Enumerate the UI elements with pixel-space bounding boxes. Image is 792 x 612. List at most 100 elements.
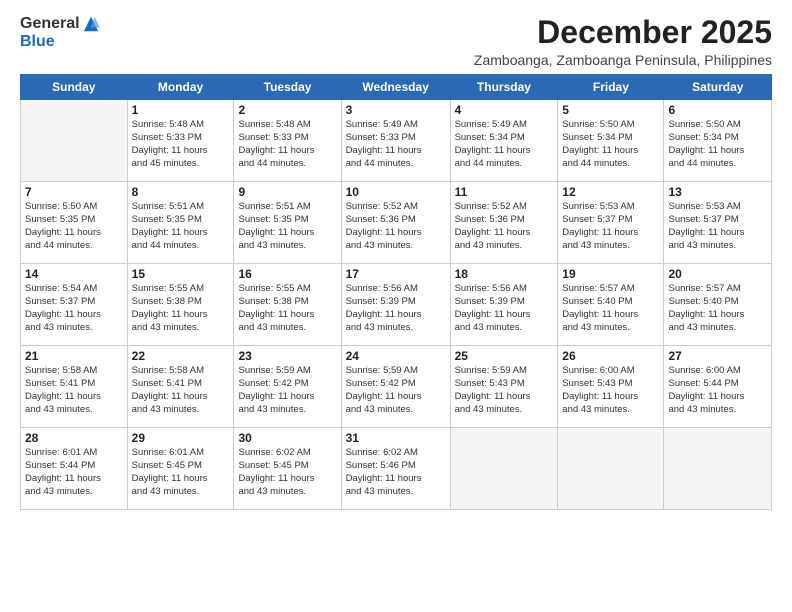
col-thursday: Thursday <box>450 75 558 100</box>
day-info: Sunrise: 5:52 AM Sunset: 5:36 PM Dayligh… <box>455 201 554 252</box>
day-number: 11 <box>455 185 554 199</box>
day-number: 25 <box>455 349 554 363</box>
table-row: 3 Sunrise: 5:49 AM Sunset: 5:33 PM Daylig… <box>341 100 450 182</box>
table-row: 8Sunrise: 5:51 AM Sunset: 5:35 PM Daylig… <box>127 182 234 264</box>
day-number: 12 <box>562 185 659 199</box>
calendar-week-row: 28Sunrise: 6:01 AM Sunset: 5:44 PM Dayli… <box>21 428 772 510</box>
table-row: 13Sunrise: 5:53 AM Sunset: 5:37 PM Dayli… <box>664 182 772 264</box>
table-row: 27 Sunrise: 6:00 AM Sunset: 5:44 PM Dayli… <box>664 346 772 428</box>
col-sunday: Sunday <box>21 75 128 100</box>
table-row: 23 Sunrise: 5:59 AM Sunset: 5:42 PM Dayli… <box>234 346 341 428</box>
day-info: Sunrise: 5:50 AM Sunset: 5:34 PM Dayligh… <box>562 119 659 170</box>
table-row <box>21 100 128 182</box>
day-info: Sunrise: 5:59 AM Sunset: 5:43 PM Dayligh… <box>455 365 554 416</box>
day-info: Sunrise: 5:50 AM Sunset: 5:35 PM Dayligh… <box>25 201 123 252</box>
calendar-week-row: 7 Sunrise: 5:50 AM Sunset: 5:35 PM Daylig… <box>21 182 772 264</box>
day-number: 9 <box>238 185 336 199</box>
day-info: Sunrise: 5:56 AM Sunset: 5:39 PM Dayligh… <box>455 283 554 334</box>
table-row: 17Sunrise: 5:56 AM Sunset: 5:39 PM Dayli… <box>341 264 450 346</box>
table-row <box>664 428 772 510</box>
day-info: Sunrise: 5:57 AM Sunset: 5:40 PM Dayligh… <box>668 283 767 334</box>
day-info: Sunrise: 5:48 AM Sunset: 5:33 PM Dayligh… <box>132 119 230 170</box>
calendar-week-row: 14 Sunrise: 5:54 AM Sunset: 5:37 PM Dayli… <box>21 264 772 346</box>
location-subtitle: Zamboanga, Zamboanga Peninsula, Philippi… <box>474 52 772 68</box>
day-info: Sunrise: 5:48 AM Sunset: 5:33 PM Dayligh… <box>238 119 336 170</box>
day-number: 13 <box>668 185 767 199</box>
day-info: Sunrise: 5:51 AM Sunset: 5:35 PM Dayligh… <box>238 201 336 252</box>
calendar-header-row: Sunday Monday Tuesday Wednesday Thursday… <box>21 75 772 100</box>
day-info: Sunrise: 5:59 AM Sunset: 5:42 PM Dayligh… <box>346 365 446 416</box>
table-row: 14 Sunrise: 5:54 AM Sunset: 5:37 PM Dayli… <box>21 264 128 346</box>
table-row: 11 Sunrise: 5:52 AM Sunset: 5:36 PM Dayli… <box>450 182 558 264</box>
day-info: Sunrise: 5:54 AM Sunset: 5:37 PM Dayligh… <box>25 283 123 334</box>
table-row: 4Sunrise: 5:49 AM Sunset: 5:34 PM Daylig… <box>450 100 558 182</box>
table-row: 30 Sunrise: 6:02 AM Sunset: 5:45 PM Dayli… <box>234 428 341 510</box>
day-number: 26 <box>562 349 659 363</box>
day-info: Sunrise: 5:57 AM Sunset: 5:40 PM Dayligh… <box>562 283 659 334</box>
day-number: 16 <box>238 267 336 281</box>
table-row: 18Sunrise: 5:56 AM Sunset: 5:39 PM Dayli… <box>450 264 558 346</box>
day-info: Sunrise: 6:00 AM Sunset: 5:44 PM Dayligh… <box>668 365 767 416</box>
logo-icon <box>82 15 100 33</box>
table-row: 29 Sunrise: 6:01 AM Sunset: 5:45 PM Dayli… <box>127 428 234 510</box>
col-monday: Monday <box>127 75 234 100</box>
day-info: Sunrise: 6:02 AM Sunset: 5:45 PM Dayligh… <box>238 447 336 498</box>
table-row: 12 Sunrise: 5:53 AM Sunset: 5:37 PM Dayli… <box>558 182 664 264</box>
day-info: Sunrise: 5:51 AM Sunset: 5:35 PM Dayligh… <box>132 201 230 252</box>
calendar-table: Sunday Monday Tuesday Wednesday Thursday… <box>20 74 772 510</box>
day-info: Sunrise: 5:58 AM Sunset: 5:41 PM Dayligh… <box>132 365 230 416</box>
table-row: 19 Sunrise: 5:57 AM Sunset: 5:40 PM Dayli… <box>558 264 664 346</box>
table-row: 28Sunrise: 6:01 AM Sunset: 5:44 PM Dayli… <box>21 428 128 510</box>
table-row: 25 Sunrise: 5:59 AM Sunset: 5:43 PM Dayli… <box>450 346 558 428</box>
table-row: 2 Sunrise: 5:48 AM Sunset: 5:33 PM Daylig… <box>234 100 341 182</box>
table-row: 21Sunrise: 5:58 AM Sunset: 5:41 PM Dayli… <box>21 346 128 428</box>
day-number: 30 <box>238 431 336 445</box>
table-row: 5 Sunrise: 5:50 AM Sunset: 5:34 PM Daylig… <box>558 100 664 182</box>
day-info: Sunrise: 5:55 AM Sunset: 5:38 PM Dayligh… <box>132 283 230 334</box>
table-row: 20 Sunrise: 5:57 AM Sunset: 5:40 PM Dayli… <box>664 264 772 346</box>
table-row: 10 Sunrise: 5:52 AM Sunset: 5:36 PM Dayli… <box>341 182 450 264</box>
day-info: Sunrise: 5:49 AM Sunset: 5:33 PM Dayligh… <box>346 119 446 170</box>
day-info: Sunrise: 6:00 AM Sunset: 5:43 PM Dayligh… <box>562 365 659 416</box>
day-number: 22 <box>132 349 230 363</box>
table-row <box>450 428 558 510</box>
day-number: 21 <box>25 349 123 363</box>
day-info: Sunrise: 5:55 AM Sunset: 5:38 PM Dayligh… <box>238 283 336 334</box>
day-number: 23 <box>238 349 336 363</box>
header: General Blue December 2025 Zamboanga, Za… <box>20 15 772 68</box>
logo: General Blue <box>20 15 100 51</box>
day-info: Sunrise: 5:59 AM Sunset: 5:42 PM Dayligh… <box>238 365 336 416</box>
table-row: 26 Sunrise: 6:00 AM Sunset: 5:43 PM Dayli… <box>558 346 664 428</box>
calendar-week-row: 1 Sunrise: 5:48 AM Sunset: 5:33 PM Daylig… <box>21 100 772 182</box>
day-number: 2 <box>238 103 336 117</box>
table-row: 9 Sunrise: 5:51 AM Sunset: 5:35 PM Daylig… <box>234 182 341 264</box>
table-row: 24Sunrise: 5:59 AM Sunset: 5:42 PM Dayli… <box>341 346 450 428</box>
month-title: December 2025 <box>474 15 772 50</box>
table-row: 15 Sunrise: 5:55 AM Sunset: 5:38 PM Dayli… <box>127 264 234 346</box>
day-info: Sunrise: 6:02 AM Sunset: 5:46 PM Dayligh… <box>346 447 446 498</box>
day-number: 20 <box>668 267 767 281</box>
day-number: 1 <box>132 103 230 117</box>
col-tuesday: Tuesday <box>234 75 341 100</box>
day-info: Sunrise: 5:52 AM Sunset: 5:36 PM Dayligh… <box>346 201 446 252</box>
title-block: December 2025 Zamboanga, Zamboanga Penin… <box>474 15 772 68</box>
day-info: Sunrise: 5:50 AM Sunset: 5:34 PM Dayligh… <box>668 119 767 170</box>
logo-blue: Blue <box>20 33 55 51</box>
calendar-week-row: 21 Sunrise: 5:58 AM Sunset: 5:41 PM Dayli… <box>21 346 772 428</box>
day-number: 10 <box>346 185 446 199</box>
col-wednesday: Wednesday <box>341 75 450 100</box>
day-number: 14 <box>25 267 123 281</box>
day-number: 19 <box>562 267 659 281</box>
day-info: Sunrise: 6:01 AM Sunset: 5:45 PM Dayligh… <box>132 447 230 498</box>
calendar-page: General Blue December 2025 Zamboanga, Za… <box>0 0 792 612</box>
day-number: 15 <box>132 267 230 281</box>
day-info: Sunrise: 5:53 AM Sunset: 5:37 PM Dayligh… <box>562 201 659 252</box>
day-number: 7 <box>25 185 123 199</box>
day-number: 4 <box>455 103 554 117</box>
day-number: 5 <box>562 103 659 117</box>
day-number: 17 <box>346 267 446 281</box>
day-number: 29 <box>132 431 230 445</box>
day-number: 27 <box>668 349 767 363</box>
table-row: 6Sunrise: 5:50 AM Sunset: 5:34 PM Daylig… <box>664 100 772 182</box>
day-number: 3 <box>346 103 446 117</box>
